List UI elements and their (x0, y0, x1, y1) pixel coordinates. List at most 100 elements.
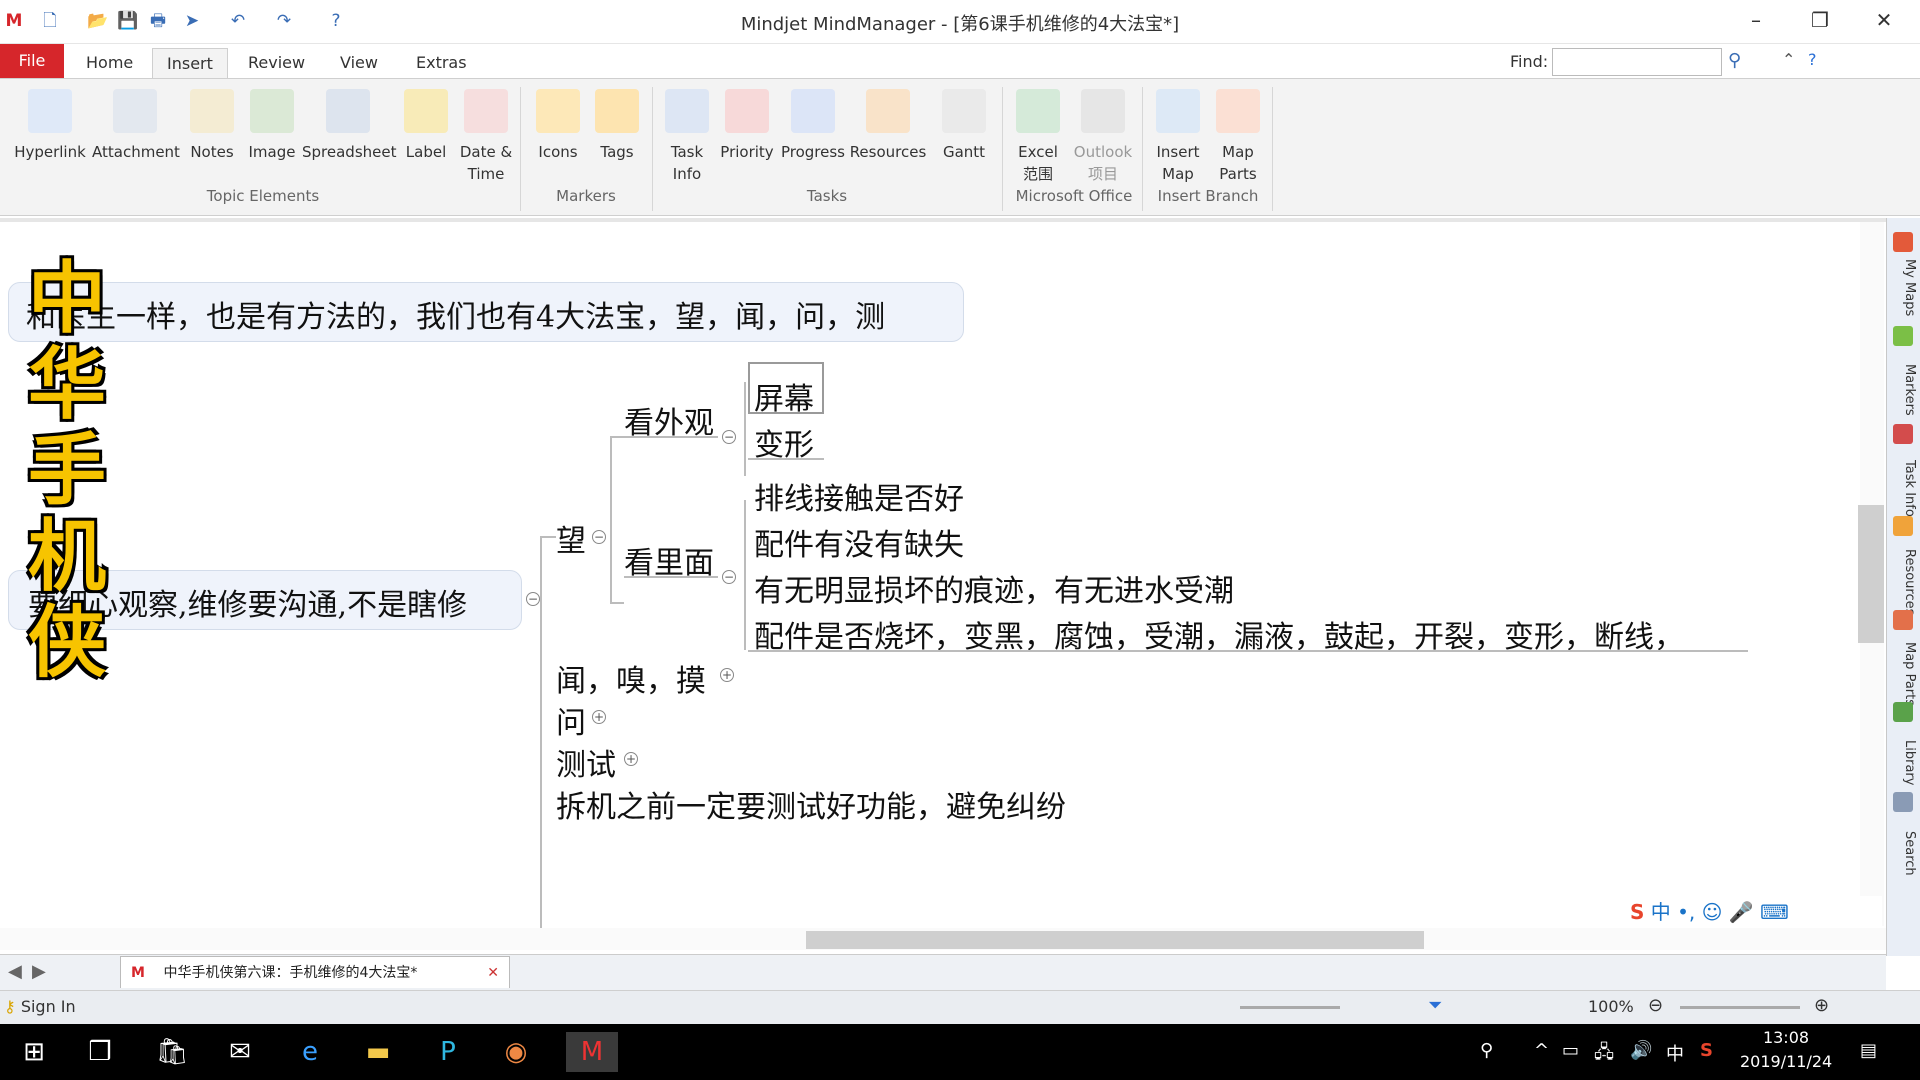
close-button[interactable]: ✕ (1856, 0, 1912, 40)
volume-icon[interactable]: 🔊 (1630, 1040, 1652, 1061)
microphone-icon[interactable]: 🎤 (1729, 900, 1754, 924)
tab-home[interactable]: Home (72, 48, 147, 78)
label-button[interactable]: Label (398, 89, 454, 163)
my-maps-icon[interactable] (1893, 232, 1913, 252)
topic-wang[interactable]: 望 (556, 516, 586, 560)
map-parts-button[interactable]: Map Parts (1210, 89, 1266, 185)
topic-limian-1[interactable]: 排线接触是否好 (754, 474, 964, 518)
zoom-out-icon[interactable]: ⊖ (1648, 995, 1663, 1016)
topic-limian-2[interactable]: 配件有没有缺失 (754, 520, 964, 564)
back-arrow-icon[interactable]: ◀ (8, 961, 22, 982)
resources-icon[interactable] (1893, 516, 1913, 536)
task-info-button[interactable]: Task Info (660, 89, 714, 185)
tab-insert[interactable]: Insert (152, 48, 228, 78)
topic-wen-xiu-mo[interactable]: 闻，嗅，摸 (556, 656, 706, 700)
notifications-icon[interactable]: ▤ (1860, 1040, 1877, 1061)
topic-limian-3[interactable]: 有无明显损坏的痕迹，有无进水受潮 (754, 566, 1234, 610)
zoom-track[interactable] (1240, 1006, 1340, 1009)
filter-icon[interactable]: ⏷ (1428, 995, 1442, 1016)
progress-button[interactable]: Progress (780, 89, 846, 163)
date-time-button[interactable]: Date & Time (456, 89, 516, 185)
spreadsheet-button[interactable]: Spreadsheet (302, 89, 396, 163)
vertical-scroll-thumb[interactable] (1858, 505, 1884, 643)
notes-button[interactable]: Notes (184, 89, 240, 163)
tab-review[interactable]: Review (234, 48, 319, 78)
minimize-button[interactable]: – (1728, 0, 1784, 40)
topic-last[interactable]: 拆机之前一定要测试好功能，避免纠纷 (556, 782, 1066, 826)
panel-my-maps[interactable]: My Maps (1889, 258, 1917, 318)
panel-markers[interactable]: Markers (1889, 352, 1917, 428)
zoom-slider[interactable] (1680, 1006, 1800, 1009)
store-icon[interactable]: 🛍 (152, 1032, 192, 1072)
expand-icon[interactable]: + (720, 668, 734, 682)
library-icon[interactable] (1893, 702, 1913, 722)
help-circle-icon[interactable]: ? (1808, 50, 1817, 69)
tab-view[interactable]: View (326, 48, 392, 78)
search-icon[interactable] (1893, 792, 1913, 812)
ime-mode-label[interactable]: 中 (1651, 900, 1671, 924)
panel-search[interactable]: Search (1889, 818, 1917, 888)
keyboard-icon[interactable]: ⌨ (1760, 900, 1789, 924)
gantt-button[interactable]: Gantt (934, 89, 994, 163)
panel-task-info[interactable]: Task Info (1889, 450, 1917, 526)
ribbon-separator (652, 87, 653, 211)
clock-date[interactable]: 2019/11/24 (1740, 1052, 1832, 1071)
panel-map-parts[interactable]: Map Parts (1889, 636, 1917, 712)
app-p-icon[interactable]: P (428, 1032, 468, 1072)
icons-button[interactable]: Icons (528, 89, 588, 163)
task-info-icon[interactable] (1893, 424, 1913, 444)
restore-button[interactable]: ❐ (1792, 0, 1848, 40)
collapse-icon[interactable]: − (526, 592, 540, 606)
tray-chevron-icon[interactable]: ^ (1534, 1040, 1549, 1061)
tab-file[interactable]: File (0, 44, 64, 78)
ime-toolbar[interactable]: S 中 •, ☺ 🎤 ⌨ (1630, 896, 1882, 928)
map-canvas[interactable]: 和医生一样，也是有方法的，我们也有4大法宝，望，闻，问，测 要细心观察,维修要沟… (0, 218, 1886, 946)
punctuation-icon[interactable]: •, (1677, 900, 1695, 924)
progress-icon (791, 89, 835, 133)
sign-in-button[interactable]: ⚷ Sign In (4, 997, 76, 1016)
image-button[interactable]: Image (244, 89, 300, 163)
windows-start-icon[interactable]: ⊞ (14, 1032, 54, 1072)
color-app-icon[interactable]: ◉ (496, 1032, 536, 1072)
panel-library[interactable]: Library (1889, 728, 1917, 798)
emoji-icon[interactable]: ☺ (1702, 900, 1723, 924)
horizontal-scroll-thumb[interactable] (806, 931, 1424, 949)
mindmanager-taskbar-icon[interactable]: M (566, 1032, 618, 1072)
sogou-tray-icon[interactable]: S (1700, 1040, 1713, 1061)
connector-line (624, 576, 718, 578)
forward-arrow-icon[interactable]: ▶ (32, 961, 46, 982)
resources-button[interactable]: Resources (848, 89, 928, 163)
edge-icon[interactable]: e (290, 1032, 330, 1072)
task-view-icon[interactable]: ❒ (80, 1032, 120, 1072)
expand-icon[interactable]: + (592, 710, 606, 724)
binoculars-icon[interactable]: ⚲ (1728, 50, 1741, 71)
close-tab-icon[interactable]: ✕ (487, 957, 499, 989)
outlook-items-button[interactable]: Outlook 项目 (1070, 89, 1136, 185)
insert-map-button[interactable]: Insert Map (1150, 89, 1206, 185)
tags-button[interactable]: Tags (590, 89, 644, 163)
network-icon[interactable]: 🖧 (1594, 1040, 1614, 1070)
mail-icon[interactable]: ✉ (220, 1032, 260, 1072)
clock-time[interactable]: 13:08 (1740, 1028, 1832, 1047)
markers-icon[interactable] (1893, 326, 1913, 346)
topic-ceshi[interactable]: 测试 (556, 740, 616, 784)
document-tab[interactable]: M 中华手机侠第六课：手机维修的4大法宝* ✕ (120, 956, 510, 988)
priority-button[interactable]: Priority (716, 89, 778, 163)
collapse-icon[interactable]: − (722, 430, 736, 444)
tab-extras[interactable]: Extras (402, 48, 481, 78)
find-input[interactable] (1552, 48, 1722, 76)
attachment-button[interactable]: Attachment (92, 89, 180, 163)
people-icon[interactable]: ⚲ (1480, 1040, 1493, 1061)
ime-indicator[interactable]: 中 (1666, 1040, 1684, 1066)
collapse-icon[interactable]: − (722, 570, 736, 584)
expand-icon[interactable]: + (624, 752, 638, 766)
sogou-icon[interactable]: S (1630, 900, 1644, 924)
collapse-ribbon-icon[interactable]: ⌃ (1782, 50, 1795, 69)
collapse-icon[interactable]: − (592, 530, 606, 544)
zoom-in-icon[interactable]: ⊕ (1814, 995, 1829, 1016)
file-explorer-icon[interactable]: ▬ (358, 1032, 398, 1072)
topic-wen[interactable]: 问 (556, 698, 586, 742)
hyperlink-button[interactable]: Hyperlink (10, 89, 90, 163)
map-parts-icon[interactable] (1893, 610, 1913, 630)
excel-range-button[interactable]: Excel 范围 (1010, 89, 1066, 185)
